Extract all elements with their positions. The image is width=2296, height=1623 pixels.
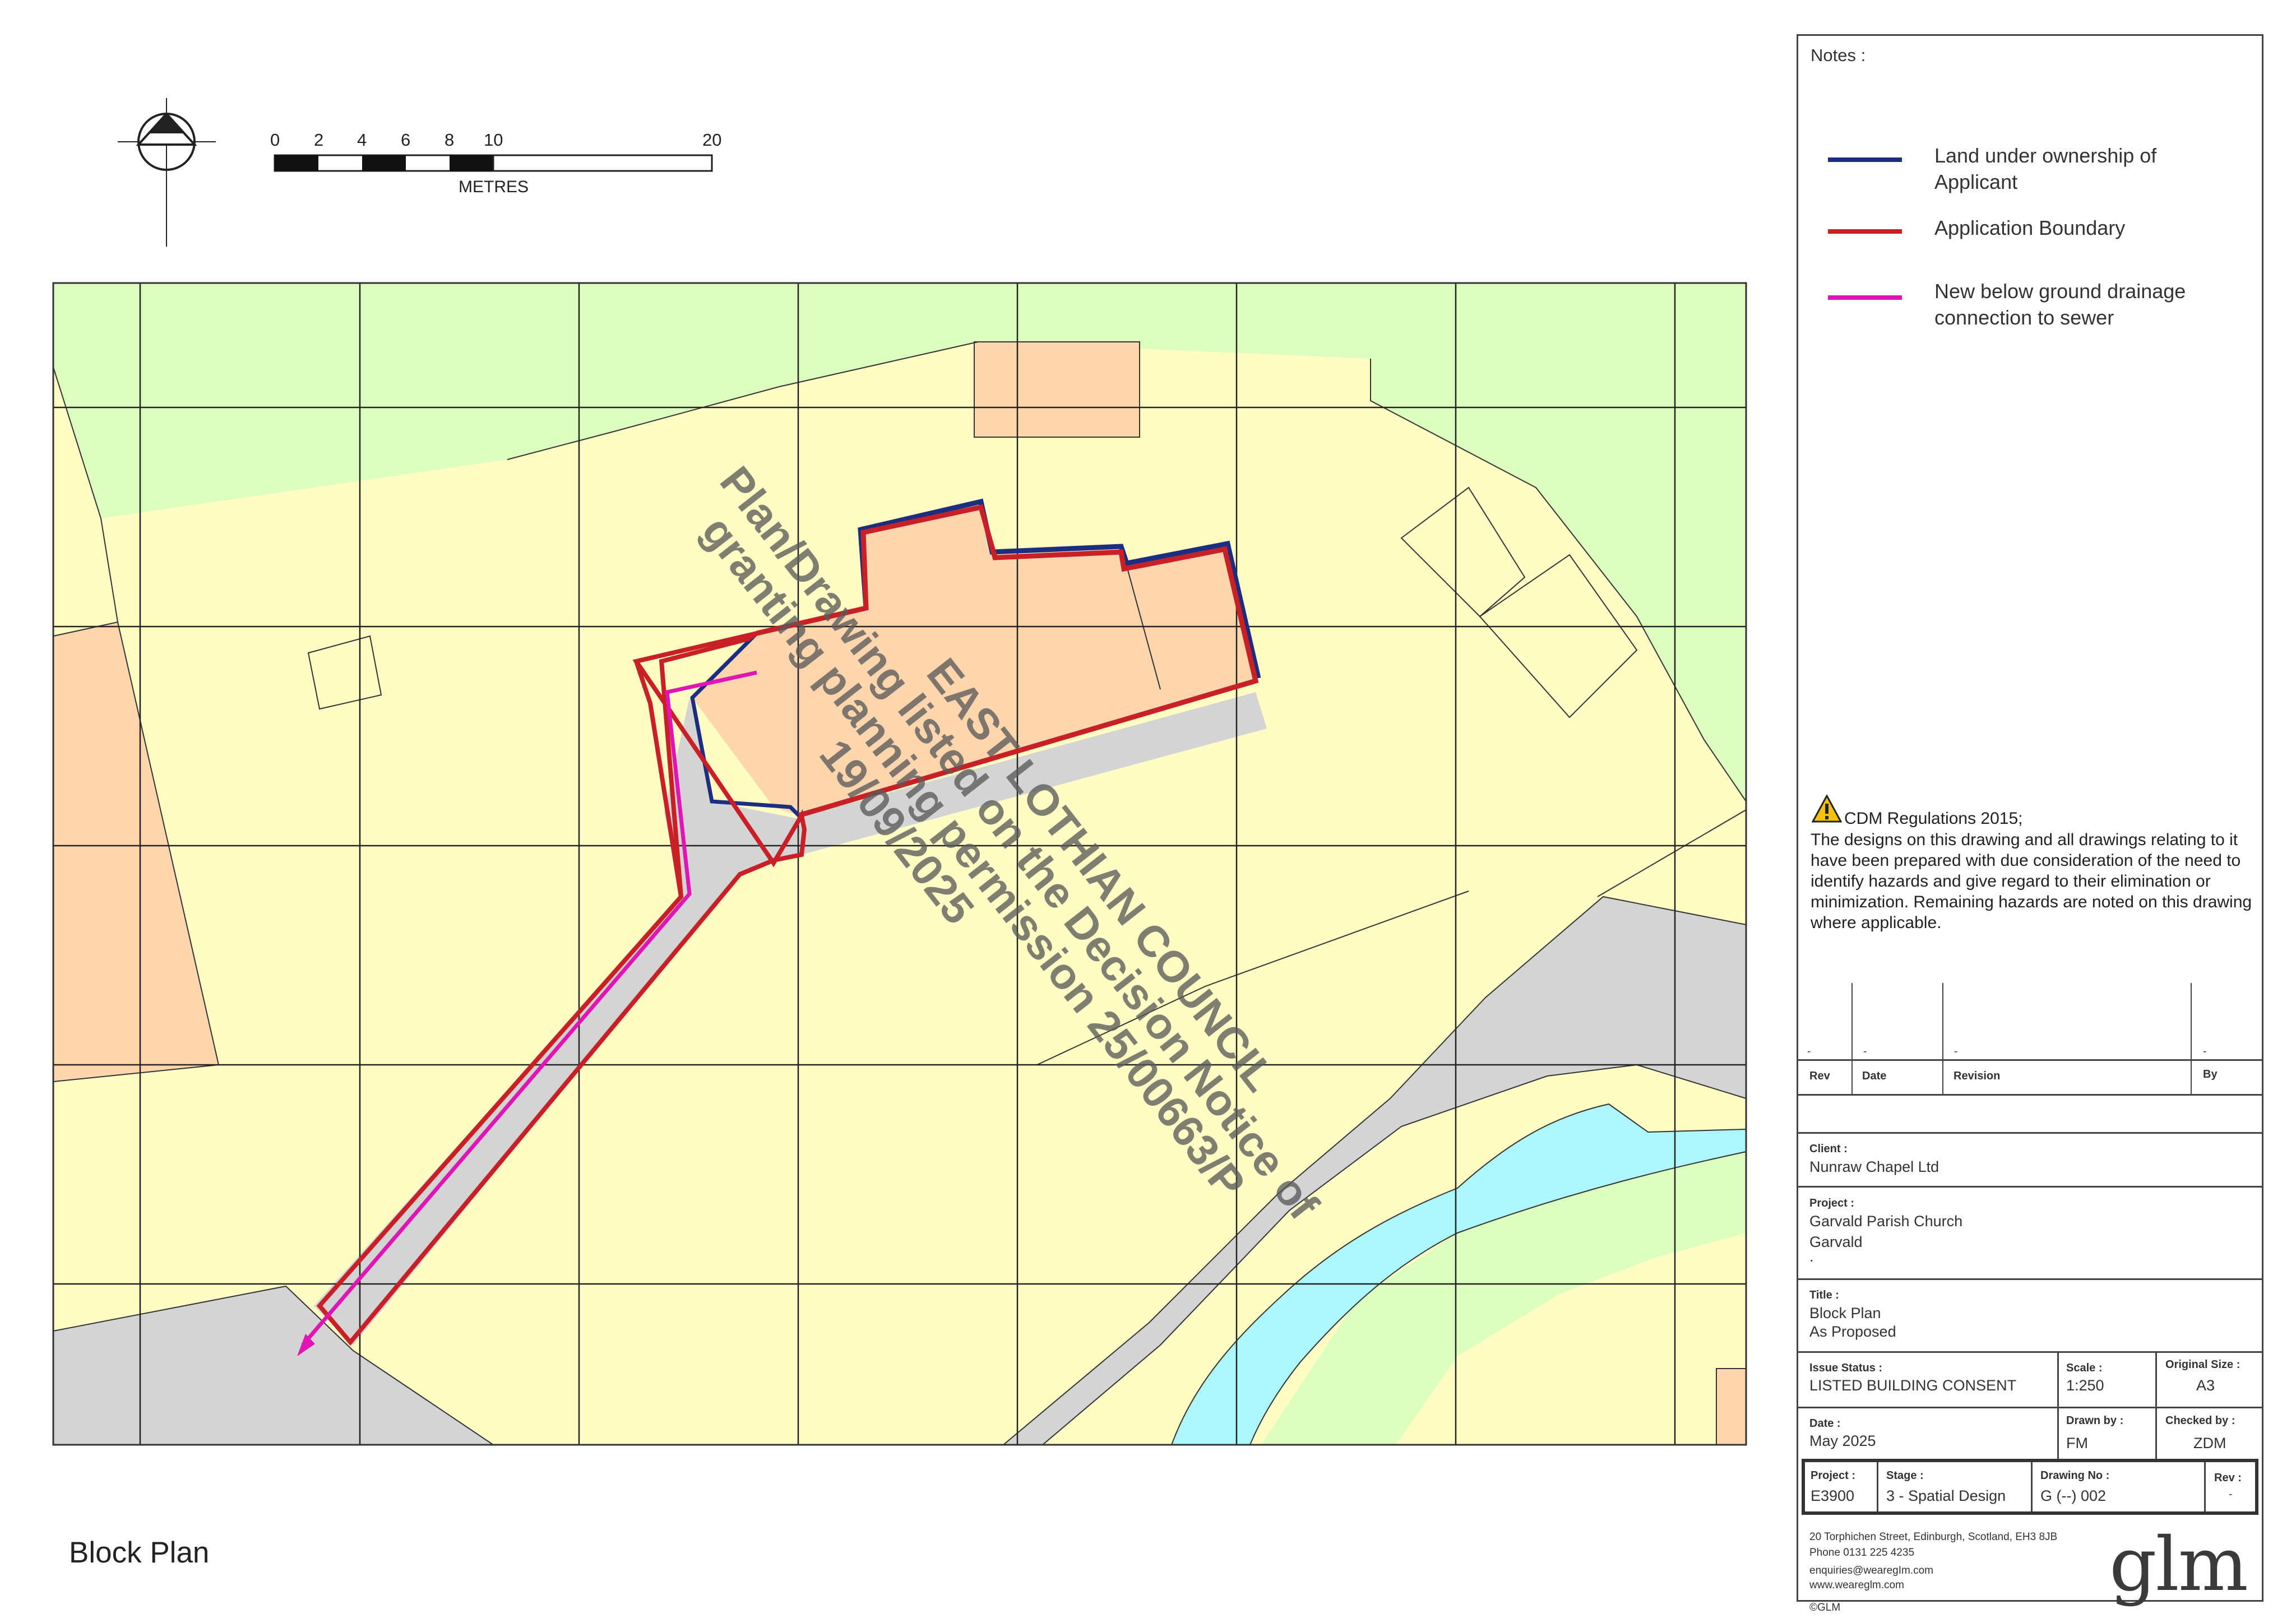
north-arrow-icon — [118, 98, 216, 247]
drawn-by-label: Drawn by : — [2066, 1415, 2124, 1427]
issue-status-label: Issue Status : — [1809, 1362, 1883, 1374]
date-label: Date : — [1809, 1417, 1841, 1430]
company-web: www.weareglm.com — [1809, 1579, 1904, 1591]
checked-by-value: ZDM — [2193, 1435, 2226, 1452]
warning-icon — [1812, 795, 1842, 823]
notes-heading: Notes : — [1811, 45, 1866, 65]
glm-logo: glm — [2109, 1522, 2248, 1608]
original-size-value: A3 — [2196, 1377, 2215, 1394]
revision-header: Revision — [1954, 1070, 2001, 1082]
project-no-value: E3900 — [1811, 1487, 1855, 1504]
original-size-label: Original Size : — [2165, 1358, 2241, 1371]
stage-label: Stage : — [1886, 1469, 1924, 1482]
title-line1: Block Plan — [1809, 1305, 1881, 1321]
scale-tick-8: 8 — [445, 130, 455, 150]
rev-label: Rev : — [2214, 1472, 2242, 1484]
by-header: By — [2203, 1068, 2218, 1081]
rev-row-date: - — [1863, 1046, 1867, 1058]
cdm-title: CDM Regulations 2015; — [1844, 809, 2023, 828]
date-value: May 2025 — [1809, 1432, 1876, 1449]
title-line2: As Proposed — [1809, 1323, 1896, 1340]
scale-value: 1:250 — [2066, 1377, 2104, 1394]
scale-bar — [274, 154, 713, 172]
legend-boundary-swatch — [1828, 229, 1902, 234]
rev-row-rev: - — [1807, 1046, 1811, 1058]
title-block: Notes : Land under ownership of Applican… — [1797, 34, 2263, 1613]
scale-tick-2: 2 — [314, 130, 324, 150]
company-copyright: ©GLM — [1809, 1602, 1841, 1613]
project-line2: Garvald — [1809, 1234, 1863, 1250]
rev-row-by: - — [2203, 1046, 2207, 1058]
issue-status-value: LISTED BUILDING CONSENT — [1809, 1377, 2017, 1394]
cdm-body: The designs on this drawing and all draw… — [1811, 831, 2252, 932]
building-north — [974, 341, 1140, 438]
legend-ownership-swatch — [1828, 157, 1902, 162]
company-email: enquiries@wearegIm.com — [1809, 1565, 1933, 1576]
building-east-small — [1716, 1368, 1747, 1445]
legend-drainage-swatch — [1828, 295, 1902, 300]
legend-drainage-text: New below ground drainage connection to … — [1934, 280, 2186, 329]
scale-tick-4: 4 — [357, 130, 367, 150]
drawing-no-label: Drawing No : — [2040, 1469, 2110, 1482]
scale-tick-20: 20 — [702, 130, 722, 150]
scale-unit-label: METRES — [459, 178, 529, 196]
rev-header: Rev — [1809, 1070, 1830, 1082]
checked-by-label: Checked by : — [2165, 1415, 2235, 1427]
scale-tick-6: 6 — [401, 130, 411, 150]
drawing-no-value: G (--) 002 — [2040, 1487, 2107, 1504]
project-no-label: Project : — [1811, 1469, 1856, 1482]
scale-tick-10: 10 — [484, 130, 503, 150]
scale-tick-0: 0 — [270, 130, 280, 150]
drawing-id-box — [1802, 1459, 2258, 1515]
legend-ownership-text: Land under ownership of Applicant — [1934, 144, 2157, 193]
rev-row-revision: - — [1954, 1046, 1958, 1058]
rev-value: - — [2229, 1488, 2233, 1500]
company-phone: Phone 0131 225 4235 — [1809, 1547, 1915, 1559]
legend-boundary-text: Application Boundary — [1934, 216, 2126, 239]
project-line1: Garvald Parish Church — [1809, 1213, 1963, 1230]
drawn-by-value: FM — [2066, 1435, 2088, 1452]
client-value: Nunraw Chapel Ltd — [1809, 1158, 1939, 1175]
title-label: Title : — [1809, 1289, 1839, 1301]
stage-value: 3 - Spatial Design — [1886, 1487, 2006, 1504]
drawing-label: Block Plan — [69, 1536, 210, 1569]
project-label: Project : — [1809, 1197, 1855, 1209]
company-address: 20 Torphichen Street, Edinburgh, Scotlan… — [1809, 1531, 2058, 1543]
client-label: Client : — [1809, 1143, 1848, 1155]
scale-label: Scale : — [2066, 1362, 2103, 1374]
project-line3: . — [1809, 1248, 1814, 1265]
date-header: Date — [1862, 1070, 1887, 1082]
